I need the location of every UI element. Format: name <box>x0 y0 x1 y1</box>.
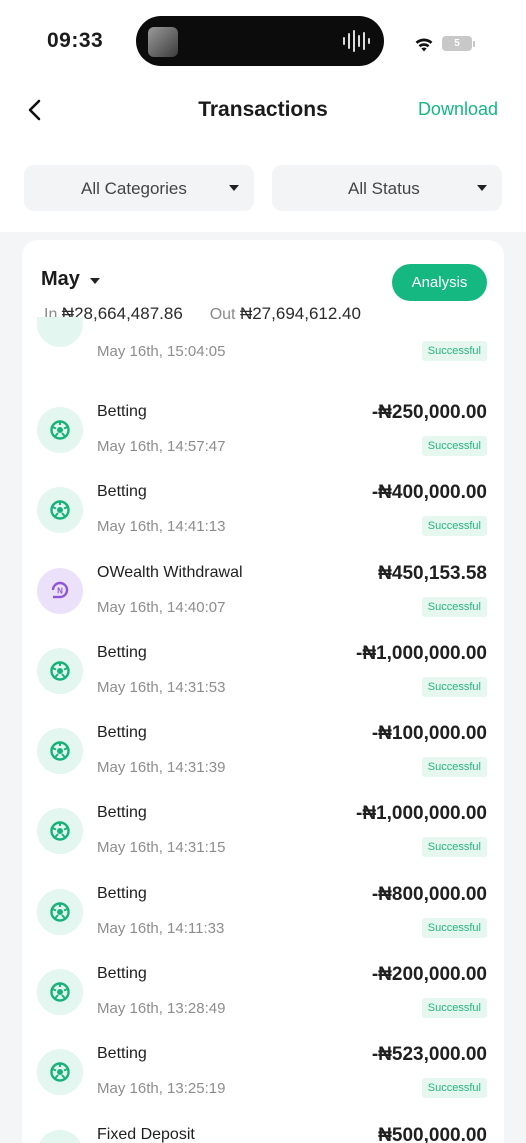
transactions-card: May Analysis In ₦28,664,487.86 Out ₦27,6… <box>22 240 504 1143</box>
transaction-name: Betting <box>97 643 147 661</box>
transaction-name: Betting <box>97 804 147 822</box>
download-button[interactable]: Download <box>418 99 498 120</box>
analysis-button[interactable]: Analysis <box>392 264 487 301</box>
header: Transactions Download <box>0 88 526 132</box>
transaction-name: Betting <box>97 724 147 742</box>
status-filter-label: All Status <box>348 179 420 198</box>
transaction-list: May 16th, 15:04:05 Successful Betting -₦… <box>22 317 504 1143</box>
chevron-down-icon <box>477 185 487 191</box>
transaction-amount: -₦100,000.00 <box>371 723 487 745</box>
month-selector[interactable]: May <box>41 268 100 291</box>
transaction-amount: -₦400,000.00 <box>371 482 487 504</box>
category-filter-label: All Categories <box>81 179 187 198</box>
list-item[interactable]: May 16th, 15:04:05 Successful <box>22 317 504 361</box>
transaction-amount: -₦200,000.00 <box>371 964 487 986</box>
list-item[interactable]: Betting -₦400,000.00 May 16th, 14:41:13 … <box>22 435 504 537</box>
list-item[interactable]: Betting -₦1,000,000.00 May 16th, 14:31:1… <box>22 756 504 858</box>
transaction-amount: ₦450,153.58 <box>378 562 487 584</box>
chevron-down-icon <box>89 277 100 284</box>
transaction-name: OWealth Withdrawal <box>97 563 243 581</box>
status-bar: 09:33 5 <box>0 14 526 70</box>
svg-text:N: N <box>57 586 63 595</box>
transaction-name: Betting <box>97 884 147 902</box>
list-item[interactable]: N OWealth Withdrawal ₦450,153.58 May 16t… <box>22 516 504 617</box>
wifi-icon <box>415 38 433 52</box>
transaction-amount: -₦250,000.00 <box>371 402 487 423</box>
betting-icon <box>37 317 83 347</box>
transaction-name: Betting <box>97 1045 147 1063</box>
list-item[interactable]: Betting -₦523,000.00 May 16th, 13:25:19 … <box>22 997 504 1099</box>
audio-waveform-icon <box>343 30 370 52</box>
list-item[interactable]: Betting -₦100,000.00 May 16th, 14:31:39 … <box>22 676 504 778</box>
transaction-amount: -₦800,000.00 <box>371 883 487 905</box>
month-label: May <box>41 268 80 290</box>
category-filter[interactable]: All Categories <box>24 165 254 211</box>
transaction-amount: -₦523,000.00 <box>371 1044 487 1066</box>
chevron-down-icon <box>229 185 239 191</box>
transaction-amount: -₦1,000,000.00 <box>356 803 487 825</box>
battery-tip <box>473 41 475 47</box>
out-label: Out <box>209 306 236 323</box>
transaction-name: Betting <box>97 483 147 501</box>
transaction-name: Fixed Deposit <box>97 1125 195 1143</box>
transaction-amount: ₦500,000.00 <box>378 1124 487 1143</box>
in-out-summary: In ₦28,664,487.86 Out ₦27,694,612.40 <box>44 304 361 324</box>
status-filter[interactable]: All Status <box>272 165 502 211</box>
transaction-amount: -₦1,000,000.00 <box>356 642 487 664</box>
list-item[interactable]: Betting -₦1,000,000.00 May 16th, 14:31:5… <box>22 596 504 697</box>
transaction-name: Betting <box>97 965 147 983</box>
transaction-name: Betting <box>97 403 147 420</box>
battery-icon: 5 <box>442 36 472 51</box>
clock: 09:33 <box>47 29 104 52</box>
fixed-deposit-icon: N <box>37 1129 83 1143</box>
now-playing-thumbnail <box>148 27 178 57</box>
list-item[interactable]: Betting -₦250,000.00 May 16th, 14:57:47 … <box>22 355 504 456</box>
list-item[interactable]: Betting -₦200,000.00 May 16th, 13:28:49 … <box>22 917 504 1019</box>
list-item[interactable]: Betting -₦800,000.00 May 16th, 14:11:33 … <box>22 837 504 938</box>
dynamic-island[interactable] <box>136 16 384 66</box>
out-amount: ₦27,694,612.40 <box>239 304 361 323</box>
list-item[interactable]: N Fixed Deposit ₦500,000.00 <box>22 1078 504 1143</box>
